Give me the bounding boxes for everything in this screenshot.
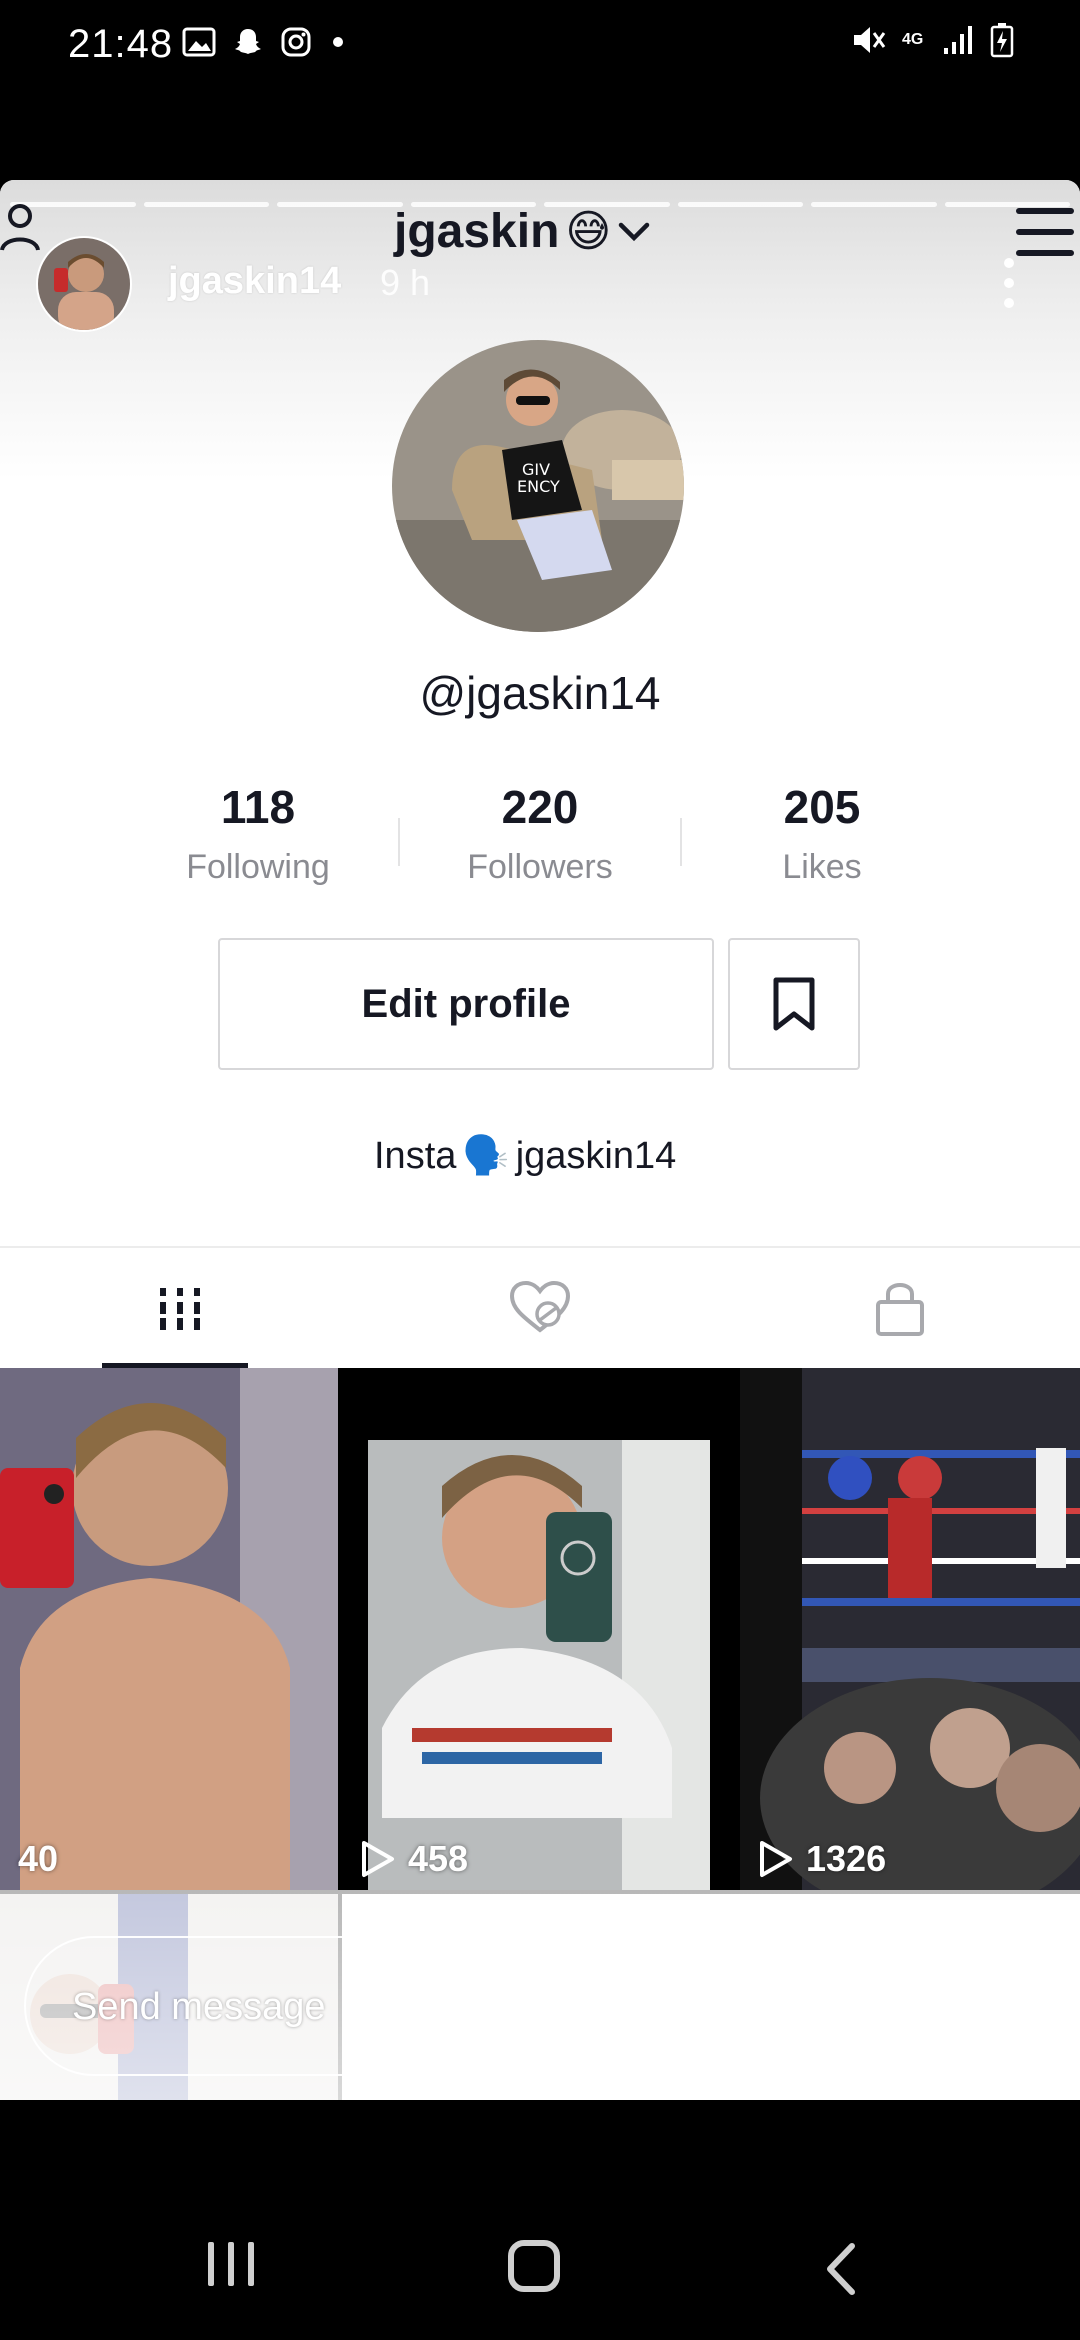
video-view-count: 1326 bbox=[758, 1838, 886, 1880]
dot-icon bbox=[333, 37, 343, 47]
story-reply-bar: Send message bbox=[0, 1890, 1080, 2100]
send-message-input[interactable]: Send message bbox=[24, 1936, 912, 2076]
gallery-icon bbox=[182, 27, 216, 57]
network-type: 4G bbox=[902, 31, 924, 48]
tab-liked[interactable] bbox=[360, 1248, 720, 1368]
signal-icon bbox=[944, 26, 972, 54]
status-bar: 21:48 4G bbox=[0, 0, 1080, 90]
stat-likes[interactable]: 205 Likes bbox=[682, 780, 962, 887]
story-card[interactable]: jgaskin 😅 jgaskin14 9 h GIV ENCY @jgaski… bbox=[0, 180, 1080, 2100]
battery-charging-icon bbox=[990, 23, 1014, 58]
status-time: 21:48 bbox=[68, 22, 174, 66]
profile-bio: Insta 🗣️ jgaskin14 bbox=[374, 1134, 677, 1178]
profile-header-username[interactable]: jgaskin 😅 bbox=[394, 204, 651, 259]
story-time-ago: 9 h bbox=[380, 262, 431, 303]
video-thumbnail[interactable]: 458 bbox=[342, 1368, 736, 1890]
video-view-count: 458 bbox=[360, 1838, 468, 1880]
tab-videos[interactable] bbox=[0, 1248, 360, 1368]
video-thumbnail[interactable]: 1326 bbox=[740, 1368, 1080, 1890]
liked-hidden-icon bbox=[509, 1280, 571, 1333]
grid-icon bbox=[160, 1288, 200, 1330]
bookmark-icon bbox=[773, 977, 815, 1031]
video-view-count: 40 bbox=[18, 1838, 59, 1879]
instagram-icon bbox=[281, 27, 311, 57]
stat-following[interactable]: 118 Following bbox=[118, 780, 398, 887]
home-icon[interactable] bbox=[508, 2240, 560, 2292]
speaking-head-emoji: 🗣️ bbox=[462, 1135, 510, 1177]
profile-stats: 118 Following 220 Followers 205 Likes bbox=[118, 780, 962, 887]
header-emoji: 😅 bbox=[565, 207, 612, 256]
video-thumbnail[interactable]: 40 bbox=[0, 1368, 338, 1890]
menu-icon bbox=[1016, 208, 1074, 256]
snapchat-icon bbox=[235, 29, 261, 54]
play-icon bbox=[362, 1841, 394, 1877]
profile-handle: @jgaskin14 bbox=[419, 667, 661, 719]
story-username[interactable]: jgaskin14 bbox=[168, 260, 341, 303]
story-avatar[interactable] bbox=[36, 236, 132, 332]
navigation-bar bbox=[0, 2100, 1080, 2340]
bookmark-button[interactable] bbox=[728, 938, 860, 1070]
notification-icons bbox=[182, 26, 348, 58]
back-icon[interactable] bbox=[822, 2242, 858, 2296]
mute-icon bbox=[854, 27, 886, 53]
stat-followers[interactable]: 220 Followers bbox=[400, 780, 680, 887]
lock-icon bbox=[876, 1283, 924, 1336]
chevron-down-icon bbox=[619, 222, 650, 241]
profile-tabs bbox=[0, 1246, 1080, 1368]
more-options-icon[interactable] bbox=[1004, 258, 1016, 308]
profile-photo: GIV ENCY bbox=[392, 340, 684, 632]
svg-text:ENCY: ENCY bbox=[517, 477, 560, 496]
system-icons: 4G bbox=[850, 22, 1014, 58]
edit-profile-button[interactable]: Edit profile bbox=[218, 938, 714, 1070]
play-icon bbox=[760, 1841, 792, 1877]
tab-private[interactable] bbox=[720, 1248, 1080, 1368]
send-icon[interactable] bbox=[978, 1968, 1044, 2028]
recent-apps-icon[interactable] bbox=[208, 2242, 254, 2286]
